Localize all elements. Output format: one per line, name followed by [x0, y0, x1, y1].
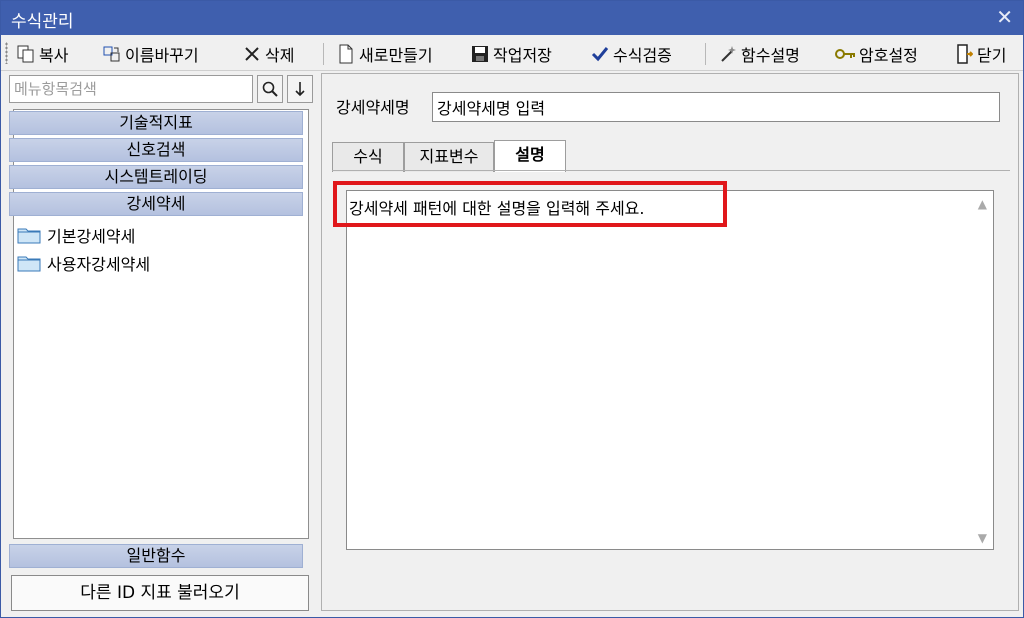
menu-search-input[interactable] — [9, 75, 253, 103]
title-bar: 수식관리 ✕ — [1, 1, 1023, 35]
check-icon — [589, 43, 611, 65]
rename-icon — [101, 43, 123, 65]
toolbar: 복사 이름바꾸기 삭제 새로만들기 작업저장 수식검증 함수설명 암호설정 닫기 — [1, 36, 1023, 71]
delete-icon — [241, 43, 263, 65]
rename-button[interactable]: 이름바꾸기 — [101, 40, 199, 68]
tab-indicator-variables[interactable]: 지표변수 — [404, 142, 494, 172]
magic-wand-icon — [717, 43, 739, 65]
category-signal-search[interactable]: 신호검색 — [9, 138, 303, 162]
tab-description[interactable]: 설명 — [494, 140, 566, 172]
function-help-button[interactable]: 함수설명 — [717, 40, 800, 68]
verify-button[interactable]: 수식검증 — [589, 40, 672, 68]
close-label: 닫기 — [977, 46, 1007, 65]
load-other-id-indicator-button[interactable]: 다른 ID 지표 불러오기 — [11, 575, 309, 611]
toolbar-separator — [323, 43, 324, 65]
arrow-down-icon — [295, 82, 305, 97]
save-icon — [469, 43, 491, 65]
editor-pane: 강세약세명 강세약세명 입력 수식 지표변수 설명 강세약세 패턴에 대한 설명… — [321, 73, 1019, 611]
key-icon — [835, 43, 857, 65]
name-label: 강세약세명 — [336, 98, 410, 117]
password-label: 암호설정 — [859, 46, 918, 65]
category-general-functions[interactable]: 일반함수 — [9, 544, 303, 568]
tree-item-user-bull-bear[interactable]: 사용자강세약세 — [17, 251, 150, 275]
folder-icon — [17, 228, 41, 244]
new-button[interactable]: 새로만들기 — [335, 40, 433, 68]
copy-button[interactable]: 복사 — [15, 40, 68, 68]
copy-icon — [15, 43, 37, 65]
category-technical-indicators[interactable]: 기술적지표 — [9, 111, 303, 135]
save-button[interactable]: 작업저장 — [469, 40, 552, 68]
toolbar-grip — [5, 42, 8, 64]
verify-label: 수식검증 — [613, 46, 672, 65]
new-document-icon — [335, 43, 357, 65]
copy-label: 복사 — [39, 46, 69, 65]
scroll-up-icon[interactable]: ▲ — [978, 197, 987, 211]
description-textarea[interactable]: 강세약세 패턴에 대한 설명을 입력해 주세요. ▲ ▼ — [346, 190, 994, 550]
tree-item-label: 사용자강세약세 — [47, 255, 151, 274]
name-input[interactable]: 강세약세명 입력 — [432, 92, 1000, 122]
tree-item-basic-bull-bear[interactable]: 기본강세약세 — [17, 223, 135, 247]
formula-manager-window: 수식관리 ✕ 복사 이름바꾸기 삭제 새로만들기 작업저장 수식검증 함수설명 … — [0, 0, 1024, 618]
save-label: 작업저장 — [493, 46, 552, 65]
search-icon — [262, 81, 278, 97]
delete-label: 삭제 — [265, 46, 295, 65]
window-title: 수식관리 — [11, 12, 74, 32]
tab-divider — [332, 170, 1010, 171]
tree-item-label: 기본강세약세 — [47, 227, 136, 246]
close-icon[interactable]: ✕ — [996, 5, 1013, 29]
password-button[interactable]: 암호설정 — [835, 40, 918, 68]
search-button[interactable] — [257, 75, 283, 103]
rename-label: 이름바꾸기 — [125, 46, 199, 65]
new-label: 새로만들기 — [359, 46, 433, 65]
toolbar-separator — [705, 43, 706, 65]
tab-formula[interactable]: 수식 — [332, 142, 404, 172]
category-bull-bear[interactable]: 강세약세 — [9, 192, 303, 216]
close-button[interactable]: 닫기 — [953, 40, 1006, 68]
delete-button[interactable]: 삭제 — [241, 40, 294, 68]
sort-down-button[interactable] — [287, 75, 313, 103]
scroll-down-icon[interactable]: ▼ — [978, 531, 987, 545]
folder-icon — [17, 256, 41, 272]
function-help-label: 함수설명 — [741, 46, 800, 65]
exit-door-icon — [953, 43, 975, 65]
highlight-annotation — [333, 181, 727, 227]
category-system-trading[interactable]: 시스템트레이딩 — [9, 165, 303, 189]
